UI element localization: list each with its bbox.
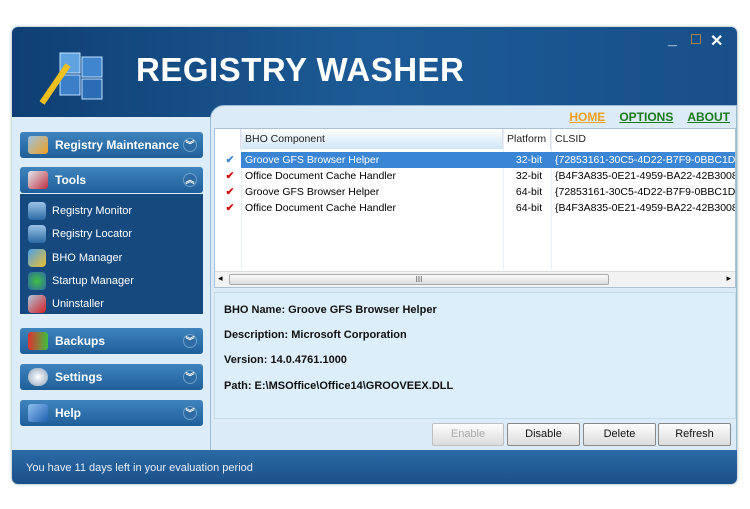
top-nav: HOME OPTIONS ABOUT bbox=[569, 110, 730, 124]
app-window: REGISTRY WASHER _ □ ✕ Registry Maintenan… bbox=[12, 27, 737, 484]
sidebar-tools[interactable]: Tools ︽ bbox=[20, 167, 203, 193]
sidebar-registry-maintenance[interactable]: Registry Maintenance ︾ bbox=[20, 132, 203, 158]
cell-clsid: {72853161-30C5-4D22-B7F9-0BBC1D3 bbox=[555, 186, 735, 198]
gear-icon bbox=[28, 368, 48, 386]
header-bho-component[interactable]: BHO Component bbox=[241, 129, 503, 149]
chevron-down-icon[interactable]: ︾ bbox=[183, 138, 197, 152]
cell-name: Groove GFS Browser Helper bbox=[245, 186, 380, 198]
scroll-thumb[interactable]: III bbox=[229, 274, 609, 285]
cell-platform: 64-bit bbox=[515, 202, 543, 214]
sidebar-label: Help bbox=[55, 406, 82, 420]
table-row[interactable]: ✔ Office Document Cache Handler 32-bit {… bbox=[215, 168, 735, 184]
sidebar-label: Tools bbox=[55, 173, 87, 187]
scroll-left-icon[interactable]: ◂ bbox=[218, 273, 223, 284]
sidebar-help[interactable]: Help ︾ bbox=[20, 400, 203, 426]
item-label: Registry Monitor bbox=[52, 205, 133, 217]
app-logo-icon bbox=[39, 52, 103, 105]
chevron-up-icon[interactable]: ︽ bbox=[183, 173, 197, 187]
header-check bbox=[215, 129, 241, 149]
cell-clsid: {B4F3A835-0E21-4959-BA22-42B3008E bbox=[555, 202, 735, 214]
sidebar-label: Settings bbox=[55, 370, 103, 384]
help-icon bbox=[28, 404, 48, 422]
table-row[interactable]: ✔ Office Document Cache Handler 64-bit {… bbox=[215, 200, 735, 216]
registry-maintenance-icon bbox=[28, 136, 48, 154]
bho-table: BHO Component Platform CLSID ✔ Groove GF… bbox=[214, 128, 736, 288]
cell-platform: 64-bit bbox=[515, 186, 543, 198]
main-panel: HOME OPTIONS ABOUT BHO Component Platfor… bbox=[210, 105, 737, 457]
table-row[interactable]: ✔ Groove GFS Browser Helper 64-bit {7285… bbox=[215, 184, 735, 200]
chevron-down-icon[interactable]: ︾ bbox=[183, 406, 197, 420]
cell-clsid: {72853161-30C5-4D22-B7F9-0BBC1D3 bbox=[551, 152, 735, 168]
cell-name: Office Document Cache Handler bbox=[245, 202, 396, 214]
minimize-button[interactable]: _ bbox=[668, 31, 677, 49]
cell-platform: 32-bit bbox=[503, 152, 551, 168]
startup-manager-icon bbox=[28, 272, 46, 290]
tools-submenu: Registry Monitor Registry Locator BHO Ma… bbox=[20, 194, 203, 314]
nav-options[interactable]: OPTIONS bbox=[619, 110, 673, 124]
app-title: REGISTRY WASHER bbox=[136, 51, 465, 88]
sidebar-settings[interactable]: Settings ︾ bbox=[20, 364, 203, 390]
registry-locator-icon bbox=[28, 225, 46, 243]
detail-name: BHO Name: Groove GFS Browser Helper bbox=[224, 304, 437, 316]
check-icon[interactable]: ✔ bbox=[215, 200, 241, 216]
horizontal-scrollbar[interactable]: ◂ III ▸ bbox=[215, 271, 735, 287]
check-icon[interactable]: ✔ bbox=[215, 168, 241, 184]
sidebar-item-registry-locator[interactable]: Registry Locator bbox=[28, 225, 132, 243]
table-row[interactable]: ✔ Groove GFS Browser Helper 32-bit {7285… bbox=[215, 152, 735, 168]
refresh-button[interactable]: Refresh bbox=[658, 423, 731, 446]
item-label: BHO Manager bbox=[52, 252, 123, 264]
close-button[interactable]: ✕ bbox=[710, 31, 723, 51]
app-header: REGISTRY WASHER _ □ ✕ bbox=[12, 27, 737, 117]
chevron-down-icon[interactable]: ︾ bbox=[183, 334, 197, 348]
uninstaller-icon bbox=[28, 295, 46, 313]
maximize-button[interactable]: □ bbox=[691, 31, 701, 49]
enable-button[interactable]: Enable bbox=[432, 423, 504, 446]
sidebar-label: Registry Maintenance bbox=[55, 138, 180, 152]
sidebar-item-uninstaller[interactable]: Uninstaller bbox=[28, 295, 104, 313]
scroll-right-icon[interactable]: ▸ bbox=[726, 273, 731, 284]
check-icon[interactable]: ✔ bbox=[215, 152, 241, 168]
check-icon[interactable]: ✔ bbox=[215, 184, 241, 200]
disable-button[interactable]: Disable bbox=[507, 423, 580, 446]
sidebar-item-startup-manager[interactable]: Startup Manager bbox=[28, 272, 134, 290]
nav-home[interactable]: HOME bbox=[569, 110, 605, 124]
sidebar-label: Backups bbox=[55, 334, 106, 348]
sidebar-backups[interactable]: Backups ︾ bbox=[20, 328, 203, 354]
backups-icon bbox=[28, 332, 48, 350]
item-label: Uninstaller bbox=[52, 298, 104, 310]
registry-monitor-icon bbox=[28, 202, 46, 220]
nav-about[interactable]: ABOUT bbox=[687, 110, 730, 124]
tools-icon bbox=[28, 171, 48, 189]
cell-clsid: {B4F3A835-0E21-4959-BA22-42B3008E bbox=[555, 170, 735, 182]
bho-manager-icon bbox=[28, 249, 46, 267]
sidebar-item-bho-manager[interactable]: BHO Manager bbox=[28, 249, 122, 267]
cell-platform: 32-bit bbox=[515, 170, 543, 182]
sidebar-item-registry-monitor[interactable]: Registry Monitor bbox=[28, 202, 132, 220]
chevron-down-icon[interactable]: ︾ bbox=[183, 370, 197, 384]
cell-name: Groove GFS Browser Helper bbox=[241, 152, 503, 168]
detail-path: Path: E:\MSOffice\Office14\GROOVEEX.DLL bbox=[224, 380, 454, 392]
delete-button[interactable]: Delete bbox=[583, 423, 656, 446]
item-label: Startup Manager bbox=[52, 275, 134, 287]
header-platform[interactable]: Platform bbox=[503, 129, 551, 149]
header-clsid[interactable]: CLSID bbox=[551, 129, 735, 149]
item-label: Registry Locator bbox=[52, 228, 133, 240]
detail-version: Version: 14.0.4761.1000 bbox=[224, 354, 347, 366]
details-panel: BHO Name: Groove GFS Browser Helper Desc… bbox=[214, 292, 736, 419]
cell-name: Office Document Cache Handler bbox=[245, 170, 396, 182]
status-bar: You have 11 days left in your evaluation… bbox=[12, 450, 737, 484]
detail-description: Description: Microsoft Corporation bbox=[224, 329, 407, 341]
